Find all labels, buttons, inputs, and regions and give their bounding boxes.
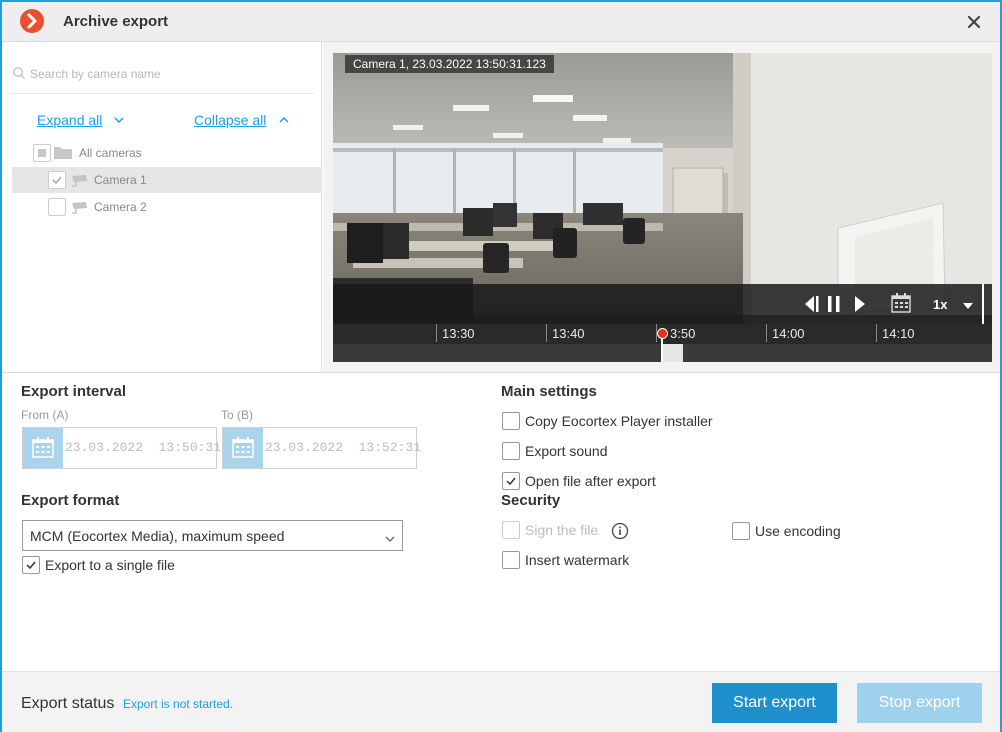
to-label: To (B) <box>221 408 254 422</box>
use-encoding-checkbox[interactable] <box>732 522 750 540</box>
from-date-field[interactable]: 23.03.2022 13:50:31 <box>22 427 221 469</box>
timeline-tick-label: 3:50 <box>670 326 696 341</box>
step-back-icon[interactable] <box>803 294 819 317</box>
use-encoding-label: Use encoding <box>755 523 841 539</box>
main-settings-title: Main settings <box>501 383 597 400</box>
open-after-export-checkbox[interactable] <box>502 472 520 490</box>
export-status-label: Export status <box>21 695 115 712</box>
timeline-tick <box>876 324 877 342</box>
timeline-tick-label: 13:40 <box>552 326 585 341</box>
export-status-value: Export is not started. <box>123 697 234 711</box>
start-export-button[interactable]: Start export <box>712 683 837 723</box>
tree-label-camera-2: Camera 2 <box>94 200 147 214</box>
camera-icon <box>70 174 90 190</box>
to-date-value[interactable]: 23.03.2022 13:52:31 <box>265 440 421 455</box>
timeline-tick-label: 14:00 <box>772 326 805 341</box>
insert-watermark-checkbox[interactable] <box>502 551 520 569</box>
camera-search-input[interactable] <box>30 64 300 84</box>
export-range-selection[interactable] <box>661 344 683 362</box>
player-panel: Camera 1, 23.03.2022 13:50:31.123 1x 13:… <box>323 42 1000 372</box>
playback-controls: 1x <box>333 284 992 324</box>
chevron-down-icon[interactable] <box>113 114 125 129</box>
tree-item-all-cameras[interactable]: All cameras <box>12 140 322 166</box>
export-single-file-checkbox[interactable] <box>22 556 40 574</box>
export-single-file-label: Export to a single file <box>45 557 175 573</box>
search-icon <box>12 66 26 83</box>
playback-speed[interactable]: 1x <box>933 297 947 312</box>
timeline-tick <box>766 324 767 342</box>
calendar-icon[interactable] <box>223 428 263 468</box>
camera-2-checkbox[interactable] <box>48 198 66 216</box>
camera-timestamp-overlay: Camera 1, 23.03.2022 13:50:31.123 <box>345 55 554 73</box>
sign-file-checkbox[interactable] <box>502 521 520 539</box>
pause-icon[interactable] <box>827 294 841 317</box>
expand-all-link[interactable]: Expand all <box>37 112 102 128</box>
open-after-export-label: Open file after export <box>525 473 656 489</box>
timeline-tick <box>546 324 547 342</box>
title-bar: Archive export <box>2 2 1000 42</box>
camera-list-panel: Expand all Collapse all All cameras <box>2 42 322 372</box>
folder-icon <box>54 145 72 162</box>
close-icon[interactable] <box>964 12 984 32</box>
from-date-value[interactable]: 23.03.2022 13:50:31 <box>65 440 221 455</box>
camera-1-checkbox[interactable] <box>48 171 66 189</box>
security-title: Security <box>501 492 561 509</box>
stop-export-button[interactable]: Stop export <box>857 683 982 723</box>
info-icon[interactable] <box>611 522 629 543</box>
playhead-marker[interactable] <box>657 328 668 339</box>
chevron-down-icon <box>385 531 395 546</box>
video-frame[interactable]: Camera 1, 23.03.2022 13:50:31.123 1x 13:… <box>333 53 992 362</box>
archive-export-window: Archive export Expand all Collapse all <box>0 0 1002 732</box>
calendar-icon[interactable] <box>23 428 63 468</box>
all-cameras-checkbox[interactable] <box>33 144 51 162</box>
camera-search <box>10 54 314 94</box>
collapse-all-link[interactable]: Collapse all <box>194 112 266 128</box>
speed-dropdown-icon[interactable] <box>962 299 974 314</box>
calendar-icon[interactable] <box>890 292 912 317</box>
divider <box>2 372 1000 373</box>
controls-divider <box>982 284 984 324</box>
eocortex-logo-icon <box>20 9 44 33</box>
export-interval-title: Export interval <box>21 383 127 400</box>
export-format-value: MCM (Eocortex Media), maximum speed <box>30 528 285 544</box>
tree-label-camera-1: Camera 1 <box>94 173 147 187</box>
chevron-up-icon[interactable] <box>278 114 290 129</box>
timeline[interactable]: 13:30 13:40 3:50 14:00 14:10 <box>333 324 992 362</box>
play-icon[interactable] <box>853 294 867 317</box>
export-format-title: Export format <box>21 492 120 509</box>
copy-player-installer-checkbox[interactable] <box>502 412 520 430</box>
export-format-select[interactable]: MCM (Eocortex Media), maximum speed <box>22 520 403 551</box>
export-sound-checkbox[interactable] <box>502 442 520 460</box>
timeline-tick <box>436 324 437 342</box>
sign-file-label: Sign the file <box>525 522 599 538</box>
footer: Export status Export is not started. Sta… <box>2 671 1000 732</box>
from-label: From (A) <box>21 408 69 422</box>
to-date-field[interactable]: 23.03.2022 13:52:31 <box>222 427 421 469</box>
tree-item-camera-2[interactable]: Camera 2 <box>12 194 322 220</box>
export-sound-label: Export sound <box>525 443 608 459</box>
tree-item-camera-1[interactable]: Camera 1 <box>12 167 322 193</box>
camera-icon <box>70 201 90 217</box>
timeline-tick-label: 14:10 <box>882 326 915 341</box>
insert-watermark-label: Insert watermark <box>525 552 630 568</box>
window-title: Archive export <box>63 13 169 30</box>
copy-player-installer-label: Copy Eocortex Player installer <box>525 413 713 429</box>
timeline-tick-label: 13:30 <box>442 326 475 341</box>
tree-label-all-cameras: All cameras <box>79 146 142 160</box>
